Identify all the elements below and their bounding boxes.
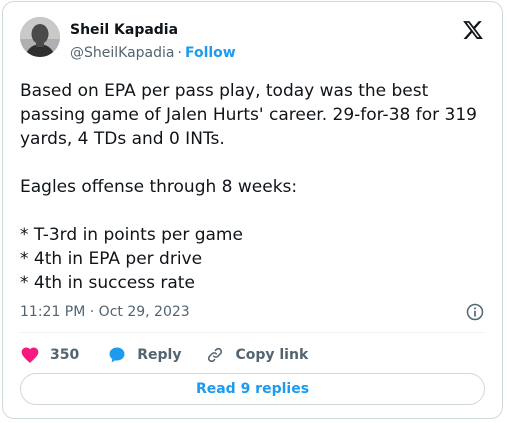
tweet-timestamp[interactable]: 11:21 PM · Oct 29, 2023 — [20, 304, 190, 320]
author-handle[interactable]: @SheilKapadia — [70, 45, 175, 61]
likes-count: 350 — [50, 347, 80, 363]
tweet-card: Sheil Kapadia @SheilKapadia · Follow Based… — [2, 1, 503, 419]
like-button[interactable]: 350 — [20, 345, 79, 365]
link-icon — [208, 347, 223, 363]
tweet-text: Based on EPA per pass play, today was th… — [20, 81, 477, 293]
reply-button[interactable]: Reply — [107, 345, 181, 365]
handle-row: @SheilKapadia · Follow — [70, 45, 236, 61]
copy-link-button[interactable]: Copy link — [205, 345, 308, 365]
reply-label: Reply — [137, 347, 182, 363]
avatar[interactable] — [20, 17, 60, 57]
handle-separator: · — [177, 45, 182, 61]
heart-icon — [21, 347, 39, 363]
author-name[interactable]: Sheil Kapadia — [70, 22, 178, 38]
divider — [20, 332, 485, 333]
read-replies-button[interactable]: Read 9 replies — [20, 373, 485, 405]
x-logo-icon[interactable] — [462, 19, 484, 41]
info-icon[interactable] — [465, 302, 485, 322]
reply-bubble-icon — [109, 347, 125, 363]
action-bar: 350 Reply Copy link — [20, 342, 308, 368]
follow-button[interactable]: Follow — [185, 45, 236, 61]
copy-link-label: Copy link — [235, 347, 309, 363]
avatar-image — [20, 17, 60, 57]
